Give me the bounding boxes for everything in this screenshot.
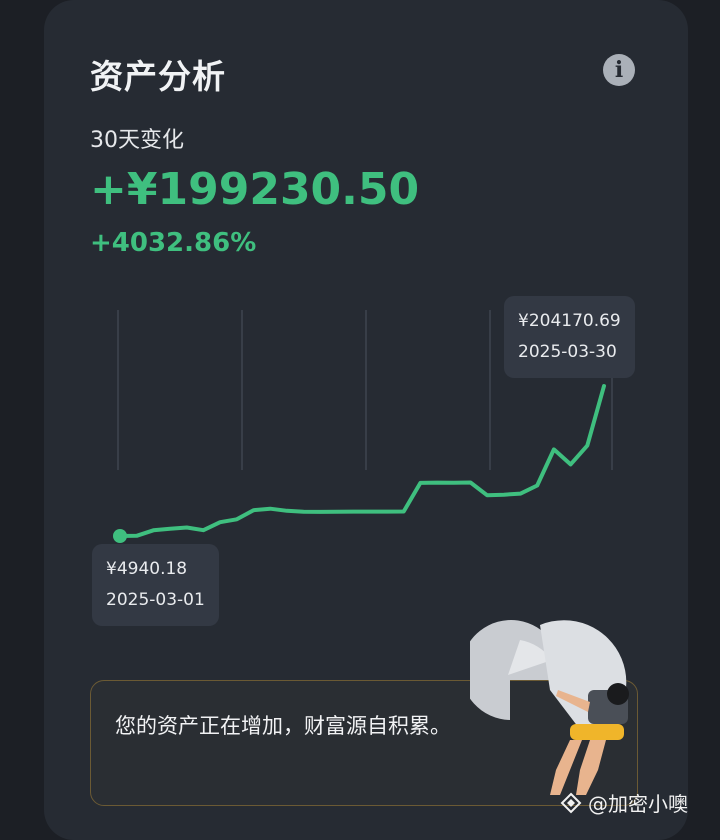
diamond-logo-icon bbox=[560, 792, 582, 814]
end-date: 2025-03-30 bbox=[518, 337, 621, 368]
person-leg-left bbox=[550, 740, 582, 795]
person-pie-chart-illustration bbox=[470, 620, 640, 800]
start-point-marker bbox=[113, 529, 127, 543]
person-head bbox=[607, 683, 629, 705]
end-point-tooltip: ¥204170.69 2025-03-30 bbox=[504, 296, 635, 378]
person-shorts bbox=[570, 724, 624, 740]
message-text: 您的资产正在增加，财富源自积累。 bbox=[115, 709, 475, 743]
start-value: ¥4940.18 bbox=[106, 554, 205, 585]
watermark: @加密小噢 bbox=[560, 788, 688, 817]
watermark-text: @加密小噢 bbox=[588, 788, 688, 817]
end-value: ¥204170.69 bbox=[518, 306, 621, 337]
series-line bbox=[120, 386, 604, 536]
start-date: 2025-03-01 bbox=[106, 585, 205, 616]
start-point-tooltip: ¥4940.18 2025-03-01 bbox=[92, 544, 219, 626]
person-leg-right bbox=[576, 740, 606, 795]
